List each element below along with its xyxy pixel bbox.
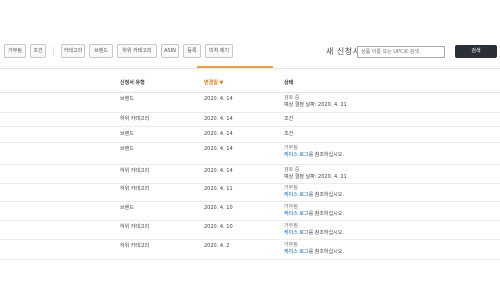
filter-chip-register[interactable]: 등록 — [183, 44, 201, 58]
case-log-link[interactable]: 케이스 로그 — [284, 230, 309, 236]
filter-chip-pending[interactable]: 미처 제기 — [205, 44, 233, 58]
row-type: 브랜드 — [120, 96, 134, 102]
row-status: 거부됨 — [284, 185, 298, 191]
row-status: 조건 — [284, 131, 294, 137]
row-status-detail: 케이스 로그를 참조하십시오. — [284, 192, 344, 199]
toolbar-separator — [53, 47, 54, 55]
status-suffix: 를 참조하십시오. — [308, 152, 344, 158]
row-type: 하위 카테고리 — [120, 186, 150, 192]
table-row: 하위 카테고리 2020. 4. 11 거부됨 케이스 로그를 참조하십시오. — [0, 184, 500, 202]
table-row: 브랜드 2020. 4. 14 조건 — [0, 127, 500, 143]
filter-chip-subcategory[interactable]: 하위 카테고리 — [117, 44, 157, 58]
row-status-detail: 케이스 로그를 참조하십시오. — [284, 249, 344, 256]
row-status: 검토 중 — [284, 95, 300, 101]
row-date: 2020. 4. 14 — [204, 131, 233, 137]
table-row: 하위 카테고리 2020. 4. 2 거부됨 케이스 로그를 참조하십시오. — [0, 240, 500, 260]
row-type: 하위 카테고리 — [120, 224, 150, 230]
case-log-link[interactable]: 케이스 로그 — [284, 249, 309, 255]
new-request-title: 새 신청서 — [326, 47, 361, 56]
table-row: 브랜드 2020. 4. 14 검토 중 예상 결정 날짜: 2020. 4. … — [0, 93, 500, 113]
row-date: 2020. 4. 10 — [204, 205, 233, 211]
filter-chip-category[interactable]: 카테고리 — [61, 44, 85, 58]
row-date: 2020. 4. 2 — [204, 243, 230, 249]
row-type: 브랜드 — [120, 205, 134, 211]
row-status: 거부됨 — [284, 242, 298, 248]
search-input[interactable] — [357, 46, 445, 58]
filter-chip-condition[interactable]: 조건 — [30, 44, 46, 58]
row-status-detail: 예상 결정 날짜: 2020. 4. 21 — [284, 174, 347, 180]
row-type: 하위 카테고리 — [120, 168, 150, 174]
row-status-detail: 케이스 로그를 참조하십시오. — [284, 211, 344, 218]
column-header-date[interactable]: 변경일 ▼ — [204, 79, 223, 86]
case-log-link[interactable]: 케이스 로그 — [284, 211, 309, 217]
row-status-detail: 케이스 로그를 참조하십시오. — [284, 230, 344, 237]
table-row: 하위 카테고리 2020. 4. 10 거부됨 케이스 로그를 참조하십시오. — [0, 221, 500, 240]
row-type: 브랜드 — [120, 146, 134, 152]
table-row: 브랜드 2020. 4. 10 거부됨 케이스 로그를 참조하십시오. — [0, 202, 500, 221]
row-status: 검토 중 — [284, 167, 300, 173]
row-date: 2020. 4. 14 — [204, 146, 233, 152]
status-suffix: 를 참조하십시오. — [308, 249, 344, 255]
filter-chip-asin[interactable]: ASIN — [161, 44, 179, 58]
row-date: 2020. 4. 11 — [204, 186, 233, 192]
row-date: 2020. 4. 14 — [204, 96, 233, 102]
row-status: 거부됨 — [284, 145, 298, 151]
table-row: 하위 카테고리 2020. 4. 14 검토 중 예상 결정 날짜: 2020.… — [0, 165, 500, 184]
status-suffix: 를 참조하십시오. — [308, 230, 344, 236]
row-date: 2020. 4. 14 — [204, 168, 233, 174]
search-button[interactable]: 검색 — [455, 45, 497, 58]
row-type: 하위 카테고리 — [120, 243, 150, 249]
row-status-detail: 케이스 로그를 참조하십시오. — [284, 152, 344, 159]
column-header-status: 상태 — [284, 80, 294, 86]
row-status: 거부됨 — [284, 223, 298, 229]
row-status: 거부됨 — [284, 204, 298, 210]
status-suffix: 를 참조하십시오. — [308, 192, 344, 198]
row-date: 2020. 4. 10 — [204, 224, 233, 230]
filter-chip-rejected[interactable]: 거부됨 — [4, 44, 26, 58]
column-header-type[interactable]: 신청서 유형 — [120, 79, 145, 86]
row-status-detail: 예상 결정 날짜: 2020. 4. 21 — [284, 102, 347, 108]
sorted-column-indicator — [197, 66, 273, 68]
case-log-link[interactable]: 케이스 로그 — [284, 152, 309, 158]
row-status: 조건 — [284, 116, 294, 122]
table-top-divider — [0, 68, 500, 69]
row-type: 브랜드 — [120, 131, 134, 137]
case-log-link[interactable]: 케이스 로그 — [284, 192, 309, 198]
row-date: 2020. 4. 14 — [204, 116, 233, 122]
table-row: 하위 카테고리 2020. 4. 14 조건 — [0, 113, 500, 127]
status-suffix: 를 참조하십시오. — [308, 211, 344, 217]
filter-chip-brand[interactable]: 브랜드 — [89, 44, 113, 58]
row-type: 하위 카테고리 — [120, 116, 150, 122]
table-row: 브랜드 2020. 4. 14 거부됨 케이스 로그를 참조하십시오. — [0, 143, 500, 165]
